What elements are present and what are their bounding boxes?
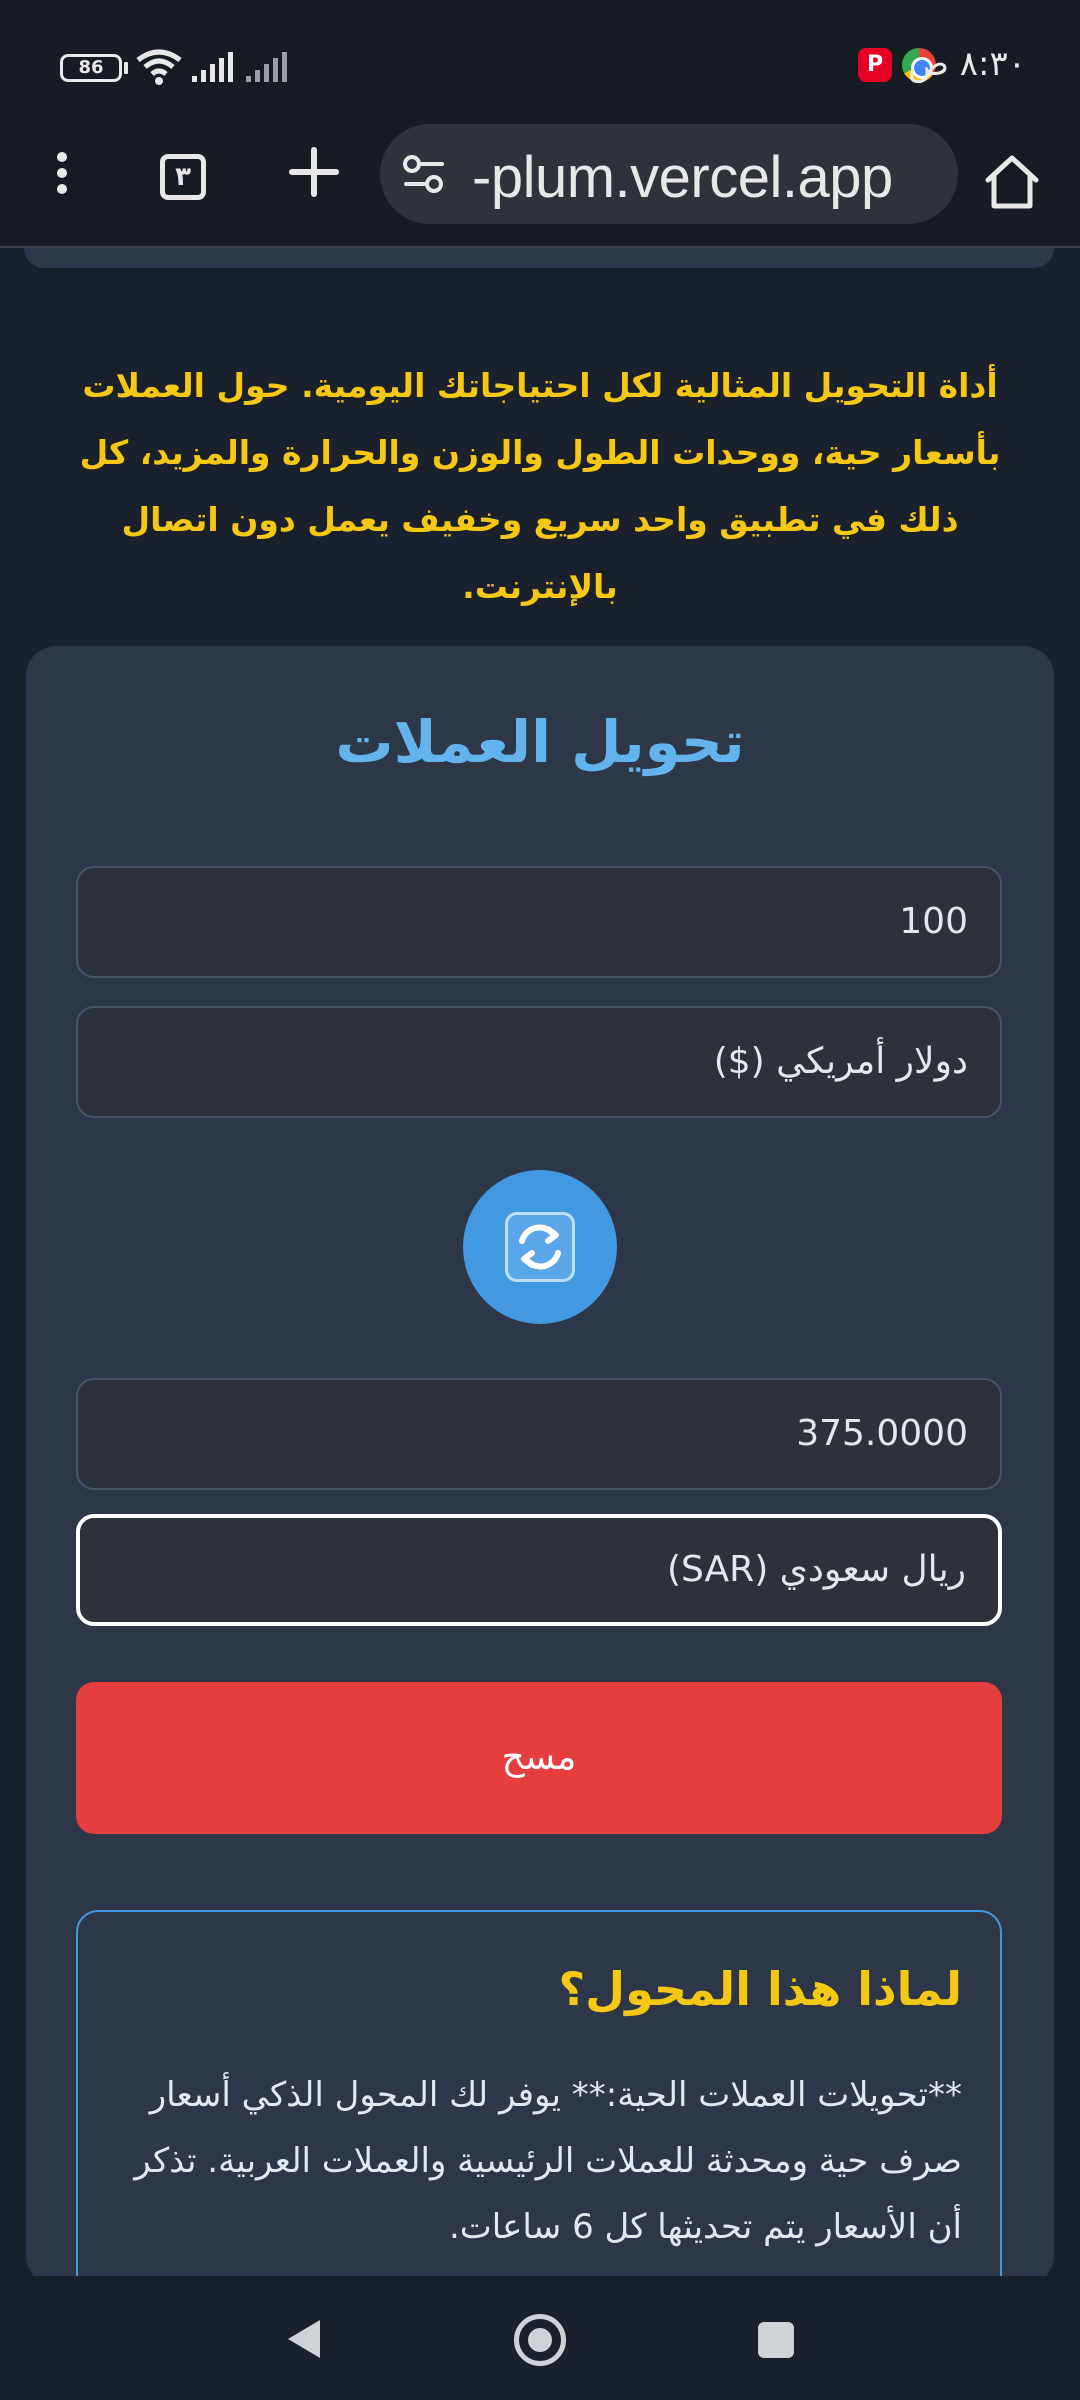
battery-tip bbox=[124, 62, 128, 74]
signal-icon bbox=[192, 52, 233, 82]
home-icon[interactable] bbox=[980, 150, 1044, 214]
signal-icon-2 bbox=[246, 52, 287, 82]
swap-arrows-icon bbox=[505, 1212, 575, 1282]
converter-card: تحويل العملات 100 دولار أمريكي ($) 375.0… bbox=[26, 646, 1054, 2330]
previous-card-edge bbox=[24, 248, 1054, 268]
why-title: لماذا هذا المحول؟ bbox=[558, 1962, 963, 2016]
why-converter-box: لماذا هذا المحول؟ **تحويلات العملات الحي… bbox=[76, 1910, 1002, 2330]
home-icon[interactable] bbox=[514, 2314, 566, 2366]
url-text[interactable]: -plum.vercel.app bbox=[472, 144, 893, 211]
tune-icon[interactable] bbox=[402, 154, 446, 194]
wifi-icon bbox=[136, 49, 182, 85]
from-amount-input[interactable]: 100 bbox=[76, 866, 1002, 978]
why-text: **تحويلات العملات الحية:** يوفر لك المحو… bbox=[134, 2075, 962, 2247]
browser-toolbar: ٣ -plum.vercel.app bbox=[0, 120, 1080, 248]
battery-level: 86 bbox=[78, 57, 104, 78]
pinterest-icon: P bbox=[858, 48, 892, 82]
tab-switcher-button[interactable]: ٣ bbox=[160, 154, 206, 200]
to-currency-select[interactable]: ريال سعودي (SAR) bbox=[76, 1514, 1002, 1626]
system-nav-bar bbox=[0, 2276, 1080, 2400]
from-currency-select[interactable]: دولار أمريكي ($) bbox=[76, 1006, 1002, 1118]
to-amount-output[interactable]: 375.0000 bbox=[76, 1378, 1002, 1490]
more-vert-icon[interactable] bbox=[52, 146, 72, 206]
recents-icon[interactable] bbox=[758, 2322, 794, 2358]
status-time: ٨:٣٠ ص bbox=[907, 44, 1026, 84]
address-bar[interactable]: -plum.vercel.app bbox=[380, 124, 958, 224]
clear-button[interactable]: مسح bbox=[76, 1682, 1002, 1834]
status-bar: 86 P ٨:٣٠ ص bbox=[0, 0, 1080, 130]
converter-title: تحويل العملات bbox=[335, 708, 745, 776]
intro-text: أداة التحويل المثالية لكل احتياجاتك اليو… bbox=[79, 366, 1001, 606]
back-icon[interactable] bbox=[284, 2316, 324, 2362]
swap-button[interactable] bbox=[463, 1170, 617, 1324]
new-tab-plus-icon[interactable] bbox=[282, 140, 346, 204]
battery-icon: 86 bbox=[60, 54, 122, 82]
